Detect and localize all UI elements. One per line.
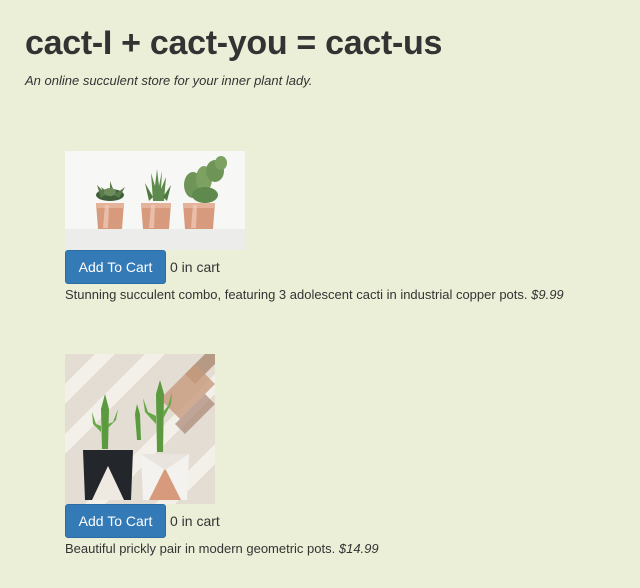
- add-to-cart-button[interactable]: Add To Cart: [65, 250, 166, 284]
- product-description-line: Stunning succulent combo, featuring 3 ad…: [65, 286, 564, 304]
- cart-controls: Add To Cart 0 in cart: [65, 504, 379, 538]
- product-image: [65, 354, 215, 504]
- cart-controls: Add To Cart 0 in cart: [65, 250, 564, 284]
- product-card: Add To Cart 0 in cart Beautiful prickly …: [65, 354, 379, 558]
- add-to-cart-button[interactable]: Add To Cart: [65, 504, 166, 538]
- product-image: [65, 151, 245, 250]
- store-tagline: An online succulent store for your inner…: [25, 73, 313, 88]
- product-description: Beautiful prickly pair in modern geometr…: [65, 541, 336, 556]
- cart-count: 0 in cart: [170, 513, 220, 529]
- cart-count: 0 in cart: [170, 259, 220, 275]
- product-description-line: Beautiful prickly pair in modern geometr…: [65, 540, 379, 558]
- product-price: $14.99: [338, 541, 379, 556]
- product-description: Stunning succulent combo, featuring 3 ad…: [65, 287, 528, 302]
- product-price: $9.99: [531, 287, 564, 302]
- product-card: Add To Cart 0 in cart Stunning succulent…: [65, 151, 564, 304]
- page-title: cact-I + cact-you = cact-us: [25, 24, 443, 62]
